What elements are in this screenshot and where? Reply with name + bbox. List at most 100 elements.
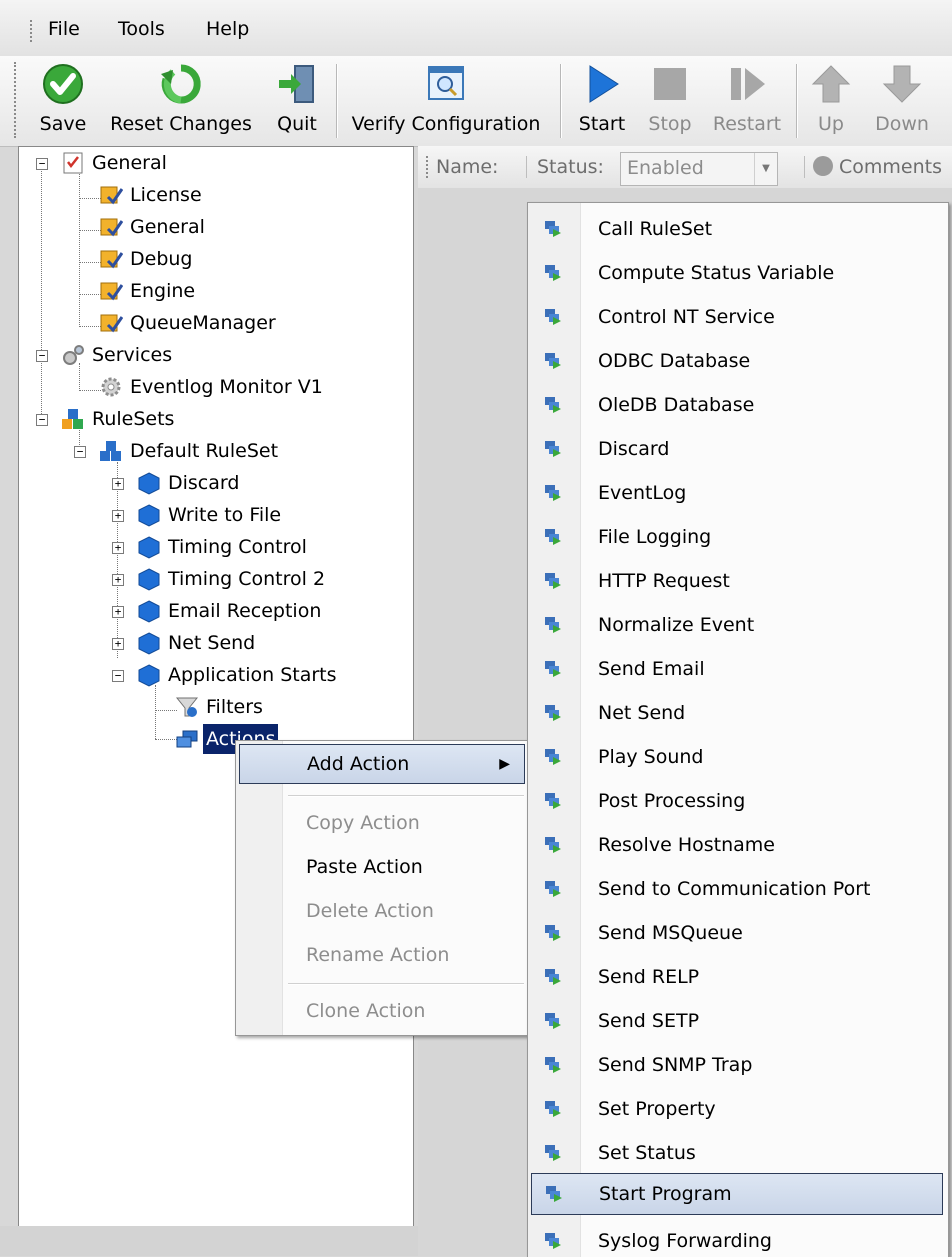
action-icon [545,837,561,853]
submenu-item-send-msqueue[interactable]: Send MSQueue [528,911,946,955]
configuration-tree[interactable]: − − − − + + + + + + − General License Ge… [18,146,414,1228]
tree-node-label: Discard [168,472,240,494]
submenu-item-post-processing[interactable]: Post Processing [528,779,946,823]
verify-configuration-button[interactable]: Verify Configuration [346,56,546,144]
menu-item-label: Delete Action [306,900,434,922]
filter-funnel-icon [175,697,199,717]
expand-toggle[interactable]: + [112,542,124,554]
action-icon [545,309,561,325]
tree-node-label: Application Starts [168,664,337,686]
submenu-item-net-send[interactable]: Net Send [528,691,946,735]
tree-node-label: QueueManager [130,312,276,334]
submenu-item-send-email[interactable]: Send Email [528,647,946,691]
submenu-item-call-ruleset[interactable]: Call RuleSet [528,207,946,251]
reset-changes-button[interactable]: Reset Changes [102,56,260,144]
action-icon [545,485,561,501]
start-button[interactable]: Start [570,56,634,144]
action-icon [546,1186,562,1202]
settings-box-icon [100,314,123,333]
menu-item-label: Set Property [598,1098,716,1120]
cubes-icon [100,441,121,461]
menu-item-label: Send MSQueue [598,922,743,944]
submenu-item-syslog-forwarding[interactable]: Syslog Forwarding [528,1219,946,1257]
action-icon [545,661,561,677]
menu-item-label: Net Send [598,702,686,724]
submenu-item-oledb-database[interactable]: OleDB Database [528,383,946,427]
up-button[interactable]: Up [806,56,856,144]
menu-item-copy-action[interactable]: Copy Action [236,804,526,842]
menu-item-paste-action[interactable]: Paste Action [236,848,526,886]
submenu-item-set-status[interactable]: Set Status [528,1131,946,1175]
menu-item-label: Normalize Event [598,614,755,636]
submenu-item-send-relp[interactable]: Send RELP [528,955,946,999]
reset-changes-label: Reset Changes [110,113,252,135]
status-label: Status: [526,156,604,178]
menu-item-delete-action[interactable]: Delete Action [236,892,526,930]
comments-button[interactable]: Comments [804,156,942,178]
action-icon [545,221,561,237]
magnifier-window-icon [428,66,464,100]
collapse-toggle[interactable]: − [36,350,48,362]
collapse-toggle[interactable]: − [112,670,124,682]
status-select[interactable]: Enabled ▼ [620,152,778,186]
submenu-item-play-sound[interactable]: Play Sound [528,735,946,779]
submenu-item-control-nt-service[interactable]: Control NT Service [528,295,946,339]
action-icon [545,353,561,369]
menu-help[interactable]: Help [206,18,249,40]
expand-toggle[interactable]: + [112,574,124,586]
menubar-grip [30,20,35,42]
submenu-item-discard[interactable]: Discard [528,427,946,471]
menu-item-clone-action[interactable]: Clone Action [236,992,526,1030]
settings-box-icon [100,282,123,301]
submenu-item-send-snmp-trap[interactable]: Send SNMP Trap [528,1043,946,1087]
expand-toggle[interactable]: + [112,638,124,650]
action-icon [545,441,561,457]
down-button[interactable]: Down [866,56,938,144]
menu-file[interactable]: File [48,18,80,40]
submenu-item-send-to-communication-port[interactable]: Send to Communication Port [528,867,946,911]
toolbar-separator [560,64,562,138]
tree-line [155,710,177,711]
submenu-item-http-request[interactable]: HTTP Request [528,559,946,603]
tree-line [79,230,101,231]
submenu-item-start-program[interactable]: Start Program [531,1173,943,1215]
submenu-item-eventlog[interactable]: EventLog [528,471,946,515]
submenu-item-odbc-database[interactable]: ODBC Database [528,339,946,383]
menu-item-rename-action[interactable]: Rename Action [236,936,526,974]
action-icon [545,1145,561,1161]
submenu-item-normalize-event[interactable]: Normalize Event [528,603,946,647]
checklist-icon [63,152,83,174]
tree-node-label: Debug [130,248,193,270]
up-label: Up [818,113,844,135]
menu-tools[interactable]: Tools [118,18,165,40]
menu-item-label: Discard [598,438,670,460]
expand-toggle[interactable]: + [112,606,124,618]
action-icon [545,749,561,765]
submenu-item-send-setp[interactable]: Send SETP [528,999,946,1043]
action-icon [545,1101,561,1117]
submenu-item-compute-status-variable[interactable]: Compute Status Variable [528,251,946,295]
tree-line [41,168,42,424]
action-icon [545,265,561,281]
menu-item-label: Send Email [598,658,705,680]
collapse-toggle[interactable]: − [36,158,48,170]
stop-button[interactable]: Stop [640,56,700,144]
action-icon [545,573,561,589]
submenu-item-file-logging[interactable]: File Logging [528,515,946,559]
collapse-toggle[interactable]: − [74,446,86,458]
quit-button[interactable]: Quit [266,56,328,144]
submenu-item-resolve-hostname[interactable]: Resolve Hostname [528,823,946,867]
collapse-toggle[interactable]: − [36,414,48,426]
rule-cube-icon [138,664,160,687]
menu-item-label: Resolve Hostname [598,834,775,856]
menu-item-label: Compute Status Variable [598,262,835,284]
restart-button[interactable]: Restart [708,56,786,144]
menu-item-label: HTTP Request [598,570,730,592]
tree-node-label: RuleSets [92,408,175,430]
expand-toggle[interactable]: + [112,478,124,490]
save-button[interactable]: Save [30,56,96,144]
menu-item-label: ODBC Database [598,350,751,372]
submenu-item-set-property[interactable]: Set Property [528,1087,946,1131]
expand-toggle[interactable]: + [112,510,124,522]
menu-item-add-action[interactable]: Add Action ▶ [239,744,525,784]
